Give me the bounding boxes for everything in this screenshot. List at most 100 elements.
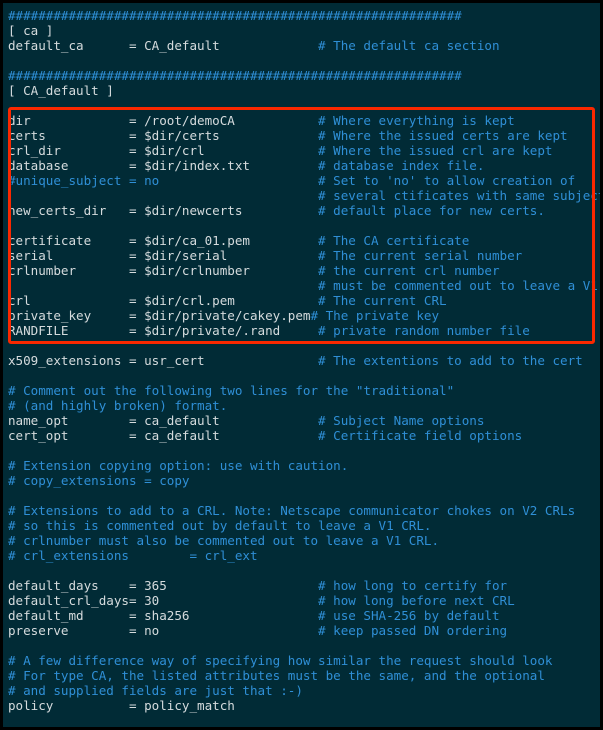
code-text: policy = policy_match	[8, 698, 235, 713]
code-line: crlnumber = $dir/crlnumber # the current…	[8, 263, 600, 278]
code-text: preserve = no	[8, 623, 319, 638]
code-comment: # private random number file	[318, 323, 530, 338]
code-comment: # A few difference way of specifying how…	[8, 653, 553, 668]
code-text: crl = $dir/crl.pem	[8, 293, 319, 308]
code-line: default_ca = CA_default # The default ca…	[8, 38, 600, 53]
code-comment: # copy_extensions = copy	[8, 473, 190, 488]
code-text: crlnumber = $dir/crlnumber	[8, 263, 319, 278]
code-line: # Comment out the following two lines fo…	[8, 383, 600, 398]
screen-frame: ########################################…	[0, 0, 603, 730]
code-text: RANDFILE = $dir/private/.rand	[8, 323, 319, 338]
code-comment: #unique_subject = no # Set to 'no' to al…	[8, 173, 576, 188]
code-line: [ ca ]	[8, 23, 600, 38]
code-line: database = $dir/index.txt # database ind…	[8, 158, 600, 173]
code-text: database = $dir/index.txt	[8, 158, 319, 173]
code-line: # Extension copying option: use with cau…	[8, 458, 600, 473]
code-comment: # The private key	[310, 308, 440, 323]
code-line: # crl_extensions = crl_ext	[8, 548, 600, 563]
code-comment: # The default ca section	[318, 38, 500, 53]
code-line: # and supplied fields are just that :-)	[8, 683, 600, 698]
code-comment: # The current serial number	[318, 248, 523, 263]
code-text: crl_dir = $dir/crl	[8, 143, 319, 158]
code-text: default_crl_days= 30	[8, 593, 319, 608]
code-comment: # Certificate field options	[318, 428, 523, 443]
code-text: x509_extensions = usr_cert	[8, 353, 319, 368]
code-text: [ CA_default ]	[8, 83, 114, 98]
code-line: private_key = $dir/private/cakey.pem# Th…	[8, 308, 600, 323]
code-line: default_crl_days= 30 # how long before n…	[8, 593, 600, 608]
code-line: default_days = 365 # how long to certify…	[8, 578, 600, 593]
code-comment: # Comment out the following two lines fo…	[8, 383, 455, 398]
code-text: new_certs_dir = $dir/newcerts	[8, 203, 319, 218]
code-line: # crlnumber must also be commented out t…	[8, 533, 600, 548]
code-line: default_md = sha256 # use SHA-256 by def…	[8, 608, 600, 623]
code-line: certs = $dir/certs # Where the issued ce…	[8, 128, 600, 143]
code-text: default_ca = CA_default	[8, 38, 319, 53]
terminal-window[interactable]: ########################################…	[3, 3, 600, 727]
code-line: dir = /root/demoCA # Where everything is…	[8, 113, 600, 128]
code-text: certs = $dir/certs	[8, 128, 319, 143]
code-comment: # and supplied fields are just that :-)	[8, 683, 303, 698]
code-line: # For type CA, the listed attributes mus…	[8, 668, 600, 683]
code-text: dir = /root/demoCA	[8, 113, 319, 128]
code-comment: # For type CA, the listed attributes mus…	[8, 668, 545, 683]
code-line: ########################################…	[8, 68, 600, 83]
code-text: certificate = $dir/ca_01.pem	[8, 233, 319, 248]
code-comment: # so this is commented out by default to…	[8, 518, 432, 533]
code-comment: # The CA certificate	[318, 233, 470, 248]
code-line: # several ctificates with same subject.	[8, 188, 600, 203]
code-comment: # Extensions to add to a CRL. Note: Nets…	[8, 503, 576, 518]
code-comment: # must be commented out to leave a V1 CR…	[318, 278, 600, 293]
code-text: name_opt = ca_default	[8, 413, 319, 428]
code-line: x509_extensions = usr_cert # The extenti…	[8, 353, 600, 368]
code-comment: # how long to certify for	[318, 578, 508, 593]
code-comment: # Extension copying option: use with cau…	[8, 458, 349, 473]
code-line: #unique_subject = no # Set to 'no' to al…	[8, 173, 600, 188]
code-comment: # use SHA-256 by default	[318, 608, 500, 623]
code-line: certificate = $dir/ca_01.pem # The CA ce…	[8, 233, 600, 248]
code-comment: # Where the issued certs are kept	[318, 128, 568, 143]
code-comment: ########################################…	[8, 68, 462, 83]
code-text: default_days = 365	[8, 578, 319, 593]
code-text: serial = $dir/serial	[8, 248, 319, 263]
code-line: ########################################…	[8, 8, 600, 23]
code-line: serial = $dir/serial # The current seria…	[8, 248, 600, 263]
code-comment: # keep passed DN ordering	[318, 623, 508, 638]
code-comment: # The current CRL	[318, 293, 447, 308]
code-comment: # default place for new certs.	[318, 203, 545, 218]
code-line: # Extensions to add to a CRL. Note: Nets…	[8, 503, 600, 518]
code-line: preserve = no # keep passed DN ordering	[8, 623, 600, 638]
code-line: # (and highly broken) format.	[8, 398, 600, 413]
code-comment: # the current crl number	[318, 263, 500, 278]
code-comment: ########################################…	[8, 8, 462, 23]
config-file-text[interactable]: ########################################…	[8, 8, 600, 713]
code-text: default_md = sha256	[8, 608, 319, 623]
code-comment: # Where the issued crl are kept	[318, 143, 553, 158]
code-comment: # (and highly broken) format.	[8, 398, 228, 413]
code-text: cert_opt = ca_default	[8, 428, 319, 443]
code-comment: # several ctificates with same subject.	[318, 188, 600, 203]
code-text: private_key = $dir/private/cakey.pem	[8, 308, 311, 323]
code-line: # so this is commented out by default to…	[8, 518, 600, 533]
code-line: # copy_extensions = copy	[8, 473, 600, 488]
code-comment: # database index file.	[318, 158, 485, 173]
code-line: crl = $dir/crl.pem # The current CRL	[8, 293, 600, 308]
code-comment: # crlnumber must also be commented out t…	[8, 533, 440, 548]
code-comment: # The extentions to add to the cert	[318, 353, 583, 368]
code-line: cert_opt = ca_default # Certificate fiel…	[8, 428, 600, 443]
code-line: # must be commented out to leave a V1 CR…	[8, 278, 600, 293]
code-comment: # Subject Name options	[318, 413, 485, 428]
code-comment: # Where everything is kept	[318, 113, 515, 128]
code-line: [ CA_default ]	[8, 83, 600, 98]
code-line: crl_dir = $dir/crl # Where the issued cr…	[8, 143, 600, 158]
